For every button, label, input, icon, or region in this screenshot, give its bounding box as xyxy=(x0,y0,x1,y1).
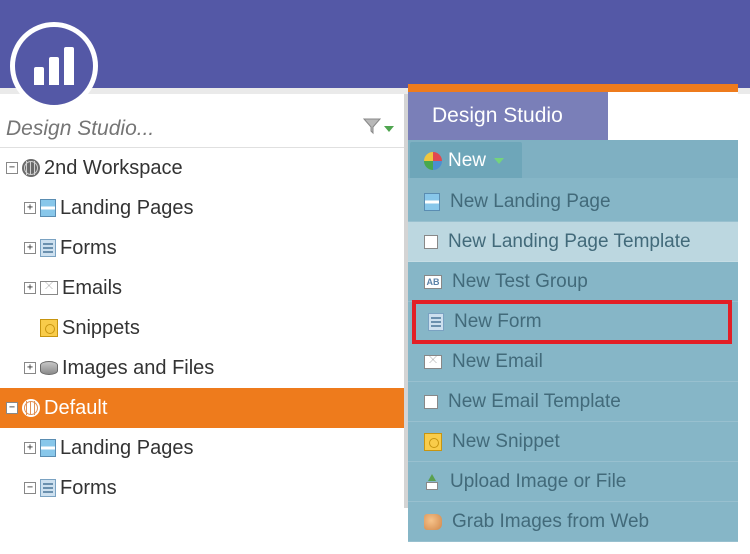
design-studio-title: Design Studio xyxy=(432,104,563,128)
tree-emails[interactable]: + Emails xyxy=(0,268,404,308)
search-input[interactable] xyxy=(0,111,362,147)
tree-label: Snippets xyxy=(62,317,140,340)
menu-new-test-group[interactable]: AB New Test Group xyxy=(408,262,738,302)
menu-new-email[interactable]: New Email xyxy=(408,342,738,382)
collapse-icon[interactable]: − xyxy=(6,162,18,174)
globe-icon xyxy=(22,159,40,177)
form-icon xyxy=(40,479,56,497)
tree-landing-pages[interactable]: + Landing Pages xyxy=(0,188,404,228)
form-icon xyxy=(428,313,444,331)
tree-forms-2[interactable]: − Forms xyxy=(0,468,404,508)
tree-label: Landing Pages xyxy=(60,197,193,220)
menu-new-landing-page[interactable]: New Landing Page xyxy=(408,182,738,222)
menu-label: New Landing Page Template xyxy=(448,231,691,253)
chevron-down-icon xyxy=(494,158,504,164)
expand-icon[interactable]: + xyxy=(24,202,36,214)
menu-grab-images-web[interactable]: Grab Images from Web xyxy=(408,502,738,542)
tree-images-files[interactable]: + Images and Files xyxy=(0,348,404,388)
menu-new-snippet[interactable]: New Snippet xyxy=(408,422,738,462)
menu-new-landing-template[interactable]: New Landing Page Template xyxy=(408,222,738,262)
menu-label: New Email xyxy=(452,351,543,373)
form-icon xyxy=(40,239,56,257)
left-panel: − 2nd Workspace + Landing Pages + Forms … xyxy=(0,94,408,508)
tree-workspace-2nd[interactable]: − 2nd Workspace xyxy=(0,148,404,188)
menu-new-form-highlight: New Form xyxy=(412,300,732,344)
ab-icon: AB xyxy=(424,275,442,289)
page-icon xyxy=(40,199,56,217)
menu-label: Upload Image or File xyxy=(450,471,626,493)
disk-icon xyxy=(40,361,58,375)
menu-upload-image-file[interactable]: Upload Image or File xyxy=(408,462,738,502)
tree-label: Default xyxy=(44,397,107,420)
tree-label: Emails xyxy=(62,277,122,300)
template-icon xyxy=(424,235,438,249)
mail-icon xyxy=(424,355,442,369)
upload-icon xyxy=(424,474,440,490)
expand-icon[interactable]: + xyxy=(24,362,36,374)
new-menu-button[interactable]: New xyxy=(410,142,522,178)
hand-icon xyxy=(424,514,442,530)
menu-label[interactable]: New Form xyxy=(454,311,542,333)
menu-label: New Landing Page xyxy=(450,191,611,213)
tree-label: Images and Files xyxy=(62,357,214,380)
filter-dropdown-icon[interactable] xyxy=(384,126,394,132)
mail-icon xyxy=(40,281,58,295)
tree-landing-pages-2[interactable]: + Landing Pages xyxy=(0,428,404,468)
tree-label: Forms xyxy=(60,237,117,260)
new-menu-dropdown: New Landing Page New Landing Page Templa… xyxy=(408,178,738,542)
design-studio-tab[interactable]: Design Studio xyxy=(408,92,608,140)
new-icon xyxy=(424,152,442,170)
menu-label: New Snippet xyxy=(452,431,560,453)
tree-label: 2nd Workspace xyxy=(44,157,183,180)
expand-icon[interactable]: + xyxy=(24,442,36,454)
marketo-logo[interactable] xyxy=(10,22,98,110)
tree-workspace-default[interactable]: − Default xyxy=(0,388,404,428)
collapse-icon[interactable]: − xyxy=(24,482,36,494)
page-icon xyxy=(40,439,56,457)
orange-strip xyxy=(408,84,738,92)
page-icon xyxy=(424,193,440,211)
menu-label: New Test Group xyxy=(452,271,588,293)
globe-icon xyxy=(22,399,40,417)
menu-label: Grab Images from Web xyxy=(452,511,649,533)
marketo-logo-icon xyxy=(34,47,74,85)
menu-label: New Email Template xyxy=(448,391,621,413)
menu-new-email-template[interactable]: New Email Template xyxy=(408,382,738,422)
snippet-icon xyxy=(424,433,442,451)
expand-icon[interactable]: + xyxy=(24,242,36,254)
tree-forms[interactable]: + Forms xyxy=(0,228,404,268)
collapse-icon[interactable]: − xyxy=(6,402,18,414)
snippet-icon xyxy=(40,319,58,337)
expand-icon[interactable]: + xyxy=(24,282,36,294)
tree-label: Landing Pages xyxy=(60,437,193,460)
template-icon xyxy=(424,395,438,409)
new-label: New xyxy=(448,150,486,172)
tree-snippets[interactable]: Snippets xyxy=(0,308,404,348)
tree-label: Forms xyxy=(60,477,117,500)
filter-icon[interactable] xyxy=(362,117,382,140)
app-header xyxy=(0,0,750,88)
design-studio-menu: Design Studio New New Landing Page New L… xyxy=(408,84,738,554)
